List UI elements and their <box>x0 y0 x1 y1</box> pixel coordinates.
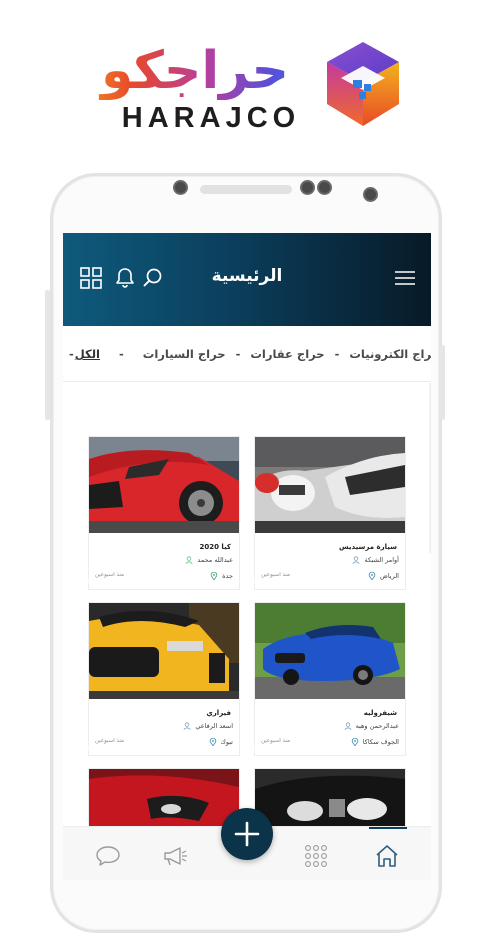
logo-english-text: HARAJCO <box>121 102 301 134</box>
chat-icon[interactable] <box>95 843 121 869</box>
phone-camera <box>363 187 378 202</box>
seller-name: أوامر الشبكة <box>364 556 399 564</box>
megaphone-icon[interactable] <box>162 843 188 869</box>
listing-city: الجوف سكاكا <box>362 738 399 746</box>
phone-side-button <box>45 290 50 420</box>
listing-card[interactable]: 50000 ريال كيا 2020 عبدالله محمد جدة منذ… <box>85 436 240 590</box>
phone-camera <box>300 180 315 195</box>
phone-camera <box>317 180 332 195</box>
app-screen: الرئيسية - الكل - حراج السيارات - حراج ع… <box>63 233 431 880</box>
location-row: الجوف سكاكا <box>351 737 399 747</box>
user-icon <box>183 722 191 730</box>
listing-title: فيراري <box>206 709 231 717</box>
logo-cube-icon <box>327 42 399 126</box>
user-icon <box>185 556 193 564</box>
tab-real-estate[interactable]: حراج عقارات <box>249 347 325 361</box>
listing-price: 50000 ريال <box>85 578 117 585</box>
listing-city: الرياض <box>379 572 399 580</box>
location-pin-icon <box>210 572 218 580</box>
seller-name: عبدالرحمن وهبه <box>355 722 399 730</box>
phone-side-button <box>440 345 445 420</box>
add-listing-button[interactable] <box>221 808 273 860</box>
scrollbar[interactable] <box>429 383 431 553</box>
location-row: الرياض <box>368 571 399 581</box>
tab-all[interactable]: الكل <box>74 347 101 361</box>
divider <box>63 381 431 382</box>
listing-image <box>255 603 405 699</box>
category-tabs: - الكل - حراج السيارات - حراج عقارات - ح… <box>63 341 431 367</box>
seller-row: عبدالله محمد <box>185 555 233 565</box>
menu-icon[interactable] <box>393 266 417 290</box>
phone-camera <box>173 180 188 195</box>
listing-card[interactable]: 50000 ريال شيفروليه عبدالرحمن وهبه الجوف… <box>251 602 406 756</box>
category-separator: - <box>69 347 74 361</box>
listing-card[interactable]: 50000 ريال سيارة مرسيديس أوامر الشبكة ال… <box>251 436 406 590</box>
listing-time: منذ اسبوعين <box>261 572 291 578</box>
seller-name: عبدالله محمد <box>197 556 233 564</box>
listing-image <box>89 437 239 533</box>
listing-image <box>255 437 405 533</box>
page-title: الرئيسية <box>211 266 283 286</box>
location-pin-icon <box>351 738 358 746</box>
user-icon <box>344 722 352 730</box>
listing-title: كيا 2020 <box>199 543 231 551</box>
listing-time: منذ اسبوعين <box>261 738 291 744</box>
listing-card[interactable]: 50000 ريال فيراري اسعد الرفاعي تبوك منذ … <box>85 602 240 756</box>
seller-row: اسعد الرفاعي <box>183 721 233 731</box>
top-app-bar: الرئيسية <box>63 233 431 326</box>
category-separator: - <box>235 347 241 361</box>
location-pin-icon <box>209 738 216 746</box>
listing-price: 50000 ريال <box>251 578 283 585</box>
home-icon[interactable] <box>374 843 400 869</box>
add-icon <box>234 821 260 847</box>
user-icon <box>352 556 360 564</box>
phone-speaker <box>200 185 292 194</box>
location-row: تبوك <box>209 737 234 747</box>
seller-row: عبدالرحمن وهبه <box>344 721 399 731</box>
listing-price: 50000 ريال <box>251 744 283 751</box>
listing-image <box>89 603 239 699</box>
tab-cars[interactable]: حراج السيارات <box>142 347 227 361</box>
active-tab-indicator <box>369 827 407 829</box>
logo-arabic-text: حراجكو <box>70 42 320 100</box>
listing-title: شيفروليه <box>363 709 397 717</box>
listing-city: جدة <box>222 572 233 580</box>
listing-time: منذ اسبوعين <box>95 738 125 744</box>
category-separator: - <box>119 347 124 361</box>
seller-name: اسعد الرفاعي <box>195 722 233 730</box>
listing-city: تبوك <box>220 738 234 746</box>
apps-icon[interactable] <box>303 843 329 869</box>
listing-time: منذ اسبوعين <box>95 572 125 578</box>
listing-price: 50000 ريال <box>85 744 117 751</box>
category-separator: - <box>334 347 340 361</box>
listing-title: سيارة مرسيديس <box>339 543 397 551</box>
location-row: جدة <box>210 571 233 581</box>
tab-electronics[interactable]: حراج الكترونيات <box>348 347 431 361</box>
location-pin-icon <box>368 572 376 580</box>
harajco-logo: حراجكو HARAJCO <box>70 40 410 135</box>
seller-row: أوامر الشبكة <box>352 555 399 565</box>
